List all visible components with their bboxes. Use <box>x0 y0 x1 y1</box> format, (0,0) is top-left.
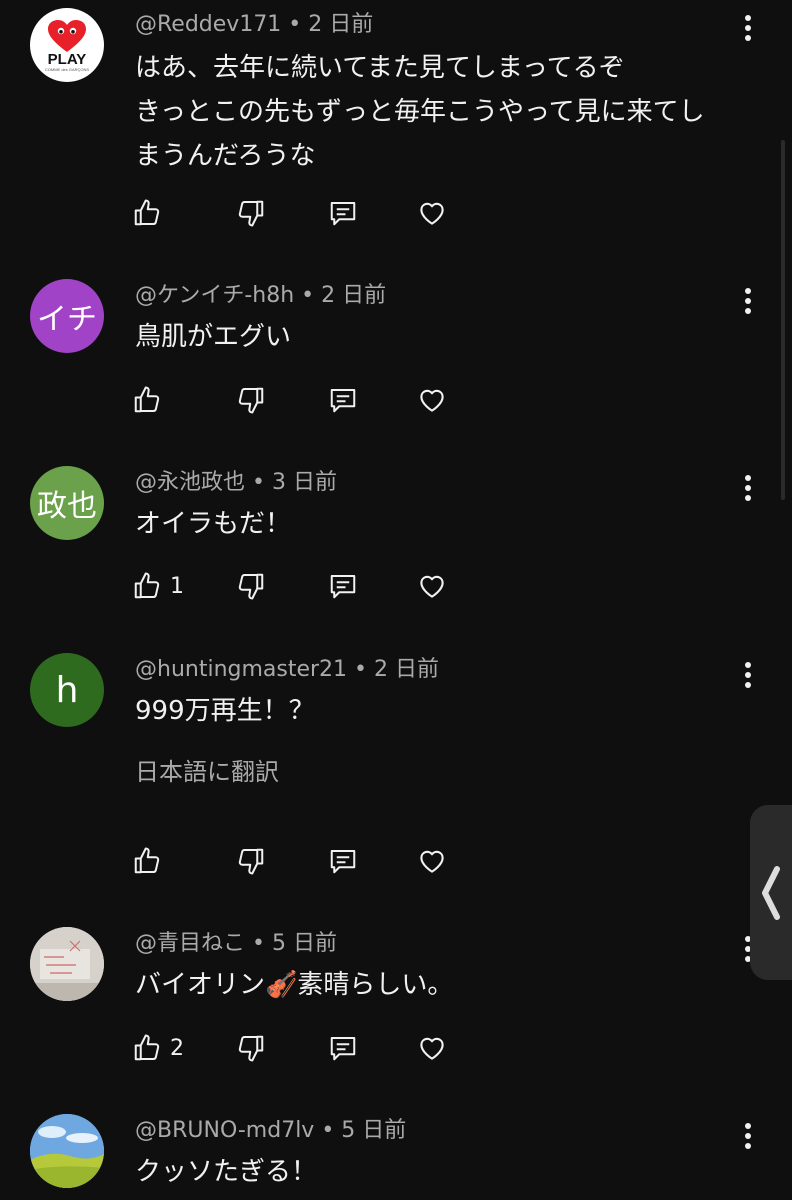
heart-icon <box>420 850 444 873</box>
like-button[interactable] <box>132 844 170 878</box>
comment-actions <box>132 383 472 417</box>
comment-text: はあ、去年に続いてまた見てしまってるぞ きっとこの先もずっと毎年こうやって見に来… <box>135 46 745 178</box>
reply-icon <box>330 575 356 599</box>
thumbs-down-icon <box>238 387 264 414</box>
avatar[interactable]: 政也 <box>30 466 104 540</box>
comment-text: 999万再生！？ <box>135 689 745 733</box>
comment-meta: @Reddev171 • 2 日前 <box>135 12 374 37</box>
thumbs-down-icon <box>238 200 264 227</box>
more-options-button[interactable] <box>736 472 760 504</box>
thumbs-up-icon <box>134 386 160 413</box>
avatar-initials: 政也 <box>37 489 97 524</box>
dislike-button[interactable] <box>236 383 266 417</box>
more-options-button[interactable] <box>736 12 760 44</box>
heart-icon <box>420 389 444 412</box>
reply-button[interactable] <box>328 844 358 878</box>
dislike-button[interactable] <box>236 844 266 878</box>
translate-link[interactable]: 日本語に翻訳 <box>135 757 279 787</box>
heart-button[interactable] <box>416 383 448 417</box>
avatar-photo <box>30 927 104 1001</box>
comment-text-line: まうんだろうな <box>135 141 316 171</box>
thumbs-up-icon <box>134 572 160 599</box>
comment-actions <box>132 844 472 878</box>
comment-text: バイオリン🎻素晴らしい。 <box>135 963 745 1007</box>
heart-icon <box>420 575 444 598</box>
comment-actions <box>132 196 472 230</box>
more-vert-icon <box>745 15 751 41</box>
comment-text: クッソたぎる！ <box>135 1150 745 1194</box>
more-vert-icon <box>745 1123 751 1149</box>
more-vert-icon <box>745 662 751 688</box>
thumbs-down-icon <box>238 848 264 875</box>
comment-text-line: 鳥肌がエグい <box>135 322 292 352</box>
avatar[interactable]: PLAY COMME des GARÇONS <box>30 8 104 82</box>
reply-icon <box>330 389 356 413</box>
more-vert-icon <box>745 288 751 314</box>
heart-icon <box>420 202 444 225</box>
heart-button[interactable] <box>416 844 448 878</box>
comment-meta: @BRUNO-md7lv • 5 日前 <box>135 1118 407 1143</box>
thumbs-up-icon <box>134 199 160 226</box>
thumbs-up-icon <box>134 1034 160 1061</box>
like-button[interactable]: 1 <box>132 569 184 603</box>
dislike-button[interactable] <box>236 1031 266 1065</box>
avatar-initials: h <box>55 669 79 711</box>
play-heart-logo <box>48 19 86 52</box>
scrollbar[interactable] <box>781 140 785 500</box>
reply-icon <box>330 1037 356 1061</box>
comment-actions: 2 <box>132 1031 472 1065</box>
more-options-button[interactable] <box>736 1120 760 1152</box>
more-vert-icon <box>745 475 751 501</box>
comment-meta: @huntingmaster21 • 2 日前 <box>135 657 440 682</box>
comment-text-line: オイラもだ！ <box>135 509 292 539</box>
heart-icon <box>420 1037 444 1060</box>
like-count: 1 <box>170 573 184 599</box>
thumbs-down-icon <box>238 1035 264 1062</box>
comment-text-line: バイオリン🎻素晴らしい。 <box>135 970 454 1000</box>
avatar[interactable] <box>30 1114 104 1188</box>
more-options-button[interactable] <box>736 285 760 317</box>
edge-panel-handle[interactable] <box>750 805 792 980</box>
avatar[interactable]: h <box>30 653 104 727</box>
like-button[interactable] <box>132 196 170 230</box>
heart-button[interactable] <box>416 196 448 230</box>
comment-text-line: 999万再生！？ <box>135 696 315 726</box>
comment-actions: 1 <box>132 569 472 603</box>
avatar-logo-text: PLAY <box>47 50 87 68</box>
reply-button[interactable] <box>328 196 358 230</box>
comment-text-line: きっとこの先もずっと毎年こうやって見に来てし <box>135 97 705 127</box>
avatar[interactable]: イチ <box>30 279 104 353</box>
reply-button[interactable] <box>328 383 358 417</box>
avatar-logo-subtext: COMME des GARÇONS <box>44 66 90 72</box>
comment-text-line: はあ、去年に続いてまた見てしまってるぞ <box>135 53 625 83</box>
reply-button[interactable] <box>328 1031 358 1065</box>
comment-meta: @永池政也 • 3 日前 <box>135 470 337 495</box>
comment-text: オイラもだ！ <box>135 502 745 546</box>
comment-text: 鳥肌がエグい <box>135 315 745 359</box>
avatar[interactable] <box>30 927 104 1001</box>
heart-button[interactable] <box>416 1031 448 1065</box>
thumbs-down-icon <box>238 573 264 600</box>
more-options-button[interactable] <box>736 659 760 691</box>
like-count: 2 <box>170 1035 184 1061</box>
thumbs-up-icon <box>134 847 160 874</box>
comment-meta: @ケンイチ-h8h • 2 日前 <box>135 283 387 308</box>
like-button[interactable]: 2 <box>132 1031 184 1065</box>
avatar-initials: イチ <box>37 302 97 337</box>
chevron-left-icon <box>762 865 780 920</box>
comment-text-line: クッソたぎる！ <box>135 1157 318 1187</box>
reply-icon <box>330 850 356 874</box>
like-button[interactable] <box>132 383 170 417</box>
heart-button[interactable] <box>416 569 448 603</box>
reply-icon <box>330 202 356 226</box>
dislike-button[interactable] <box>236 569 266 603</box>
avatar-photo <box>30 1114 104 1188</box>
reply-button[interactable] <box>328 569 358 603</box>
comment-meta: @青目ねこ • 5 日前 <box>135 931 337 956</box>
dislike-button[interactable] <box>236 196 266 230</box>
